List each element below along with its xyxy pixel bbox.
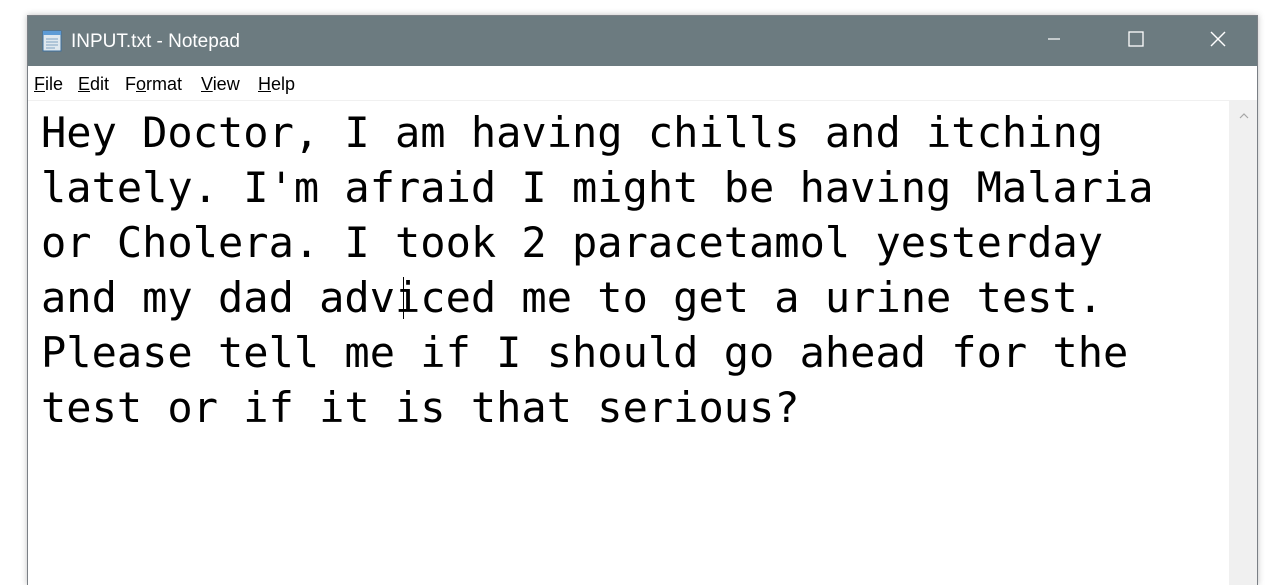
menu-format[interactable]: Format	[125, 73, 182, 95]
scroll-up-arrow-icon[interactable]	[1229, 101, 1257, 131]
text-editor-area[interactable]: Hey Doctor, I am having chills and itchi…	[28, 101, 1229, 585]
close-button[interactable]	[1177, 16, 1257, 66]
notepad-icon	[42, 29, 62, 52]
menu-bar: File Edit Format View Help	[28, 66, 1257, 101]
text-caret	[403, 277, 404, 319]
vertical-scrollbar[interactable]	[1229, 101, 1257, 585]
title-bar[interactable]: INPUT.txt - Notepad	[28, 16, 1257, 66]
maximize-button[interactable]	[1095, 16, 1177, 66]
close-icon	[1209, 30, 1227, 53]
document-text[interactable]: Hey Doctor, I am having chills and itchi…	[41, 105, 1154, 435]
menu-edit[interactable]: Edit	[78, 73, 109, 95]
menu-file[interactable]: File	[34, 73, 63, 95]
menu-help[interactable]: Help	[258, 73, 295, 95]
notepad-window: INPUT.txt - Notepad File Edit Format Vie…	[27, 15, 1258, 585]
minimize-button[interactable]	[1013, 16, 1095, 66]
menu-view[interactable]: View	[201, 73, 240, 95]
maximize-icon	[1128, 30, 1144, 52]
minimize-icon	[1047, 32, 1061, 51]
window-title: INPUT.txt - Notepad	[71, 31, 240, 52]
